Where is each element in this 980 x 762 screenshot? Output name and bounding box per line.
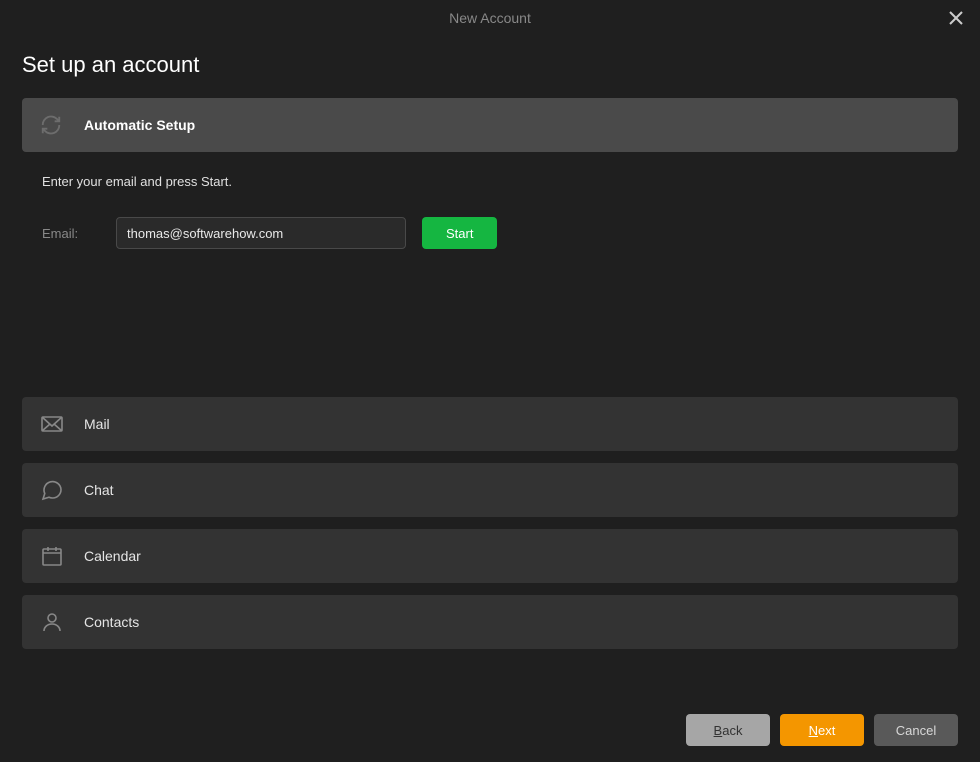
option-calendar[interactable]: Calendar [22,529,958,583]
option-contacts[interactable]: Contacts [22,595,958,649]
contacts-icon [40,610,76,634]
page-title: Set up an account [22,52,958,78]
chat-icon [40,478,76,502]
footer-buttons: Back Next Cancel [686,714,958,746]
instructions-text: Enter your email and press Start. [42,174,958,189]
option-chat-label: Chat [84,482,114,498]
option-contacts-label: Contacts [84,614,139,630]
option-chat[interactable]: Chat [22,463,958,517]
close-icon[interactable] [944,6,968,30]
option-calendar-label: Calendar [84,548,141,564]
refresh-icon [40,114,76,136]
automatic-setup-card[interactable]: Automatic Setup [22,98,958,152]
start-button[interactable]: Start [422,217,497,249]
titlebar: New Account [0,0,980,36]
option-mail[interactable]: Mail [22,397,958,451]
automatic-setup-label: Automatic Setup [84,117,195,133]
option-mail-label: Mail [84,416,110,432]
back-button[interactable]: Back [686,714,770,746]
email-form-row: Email: Start [42,217,958,249]
window-title: New Account [449,10,531,26]
next-button[interactable]: Next [780,714,864,746]
cancel-button[interactable]: Cancel [874,714,958,746]
mail-icon [40,412,76,436]
email-input[interactable] [116,217,406,249]
email-label: Email: [42,226,100,241]
calendar-icon [40,544,76,568]
